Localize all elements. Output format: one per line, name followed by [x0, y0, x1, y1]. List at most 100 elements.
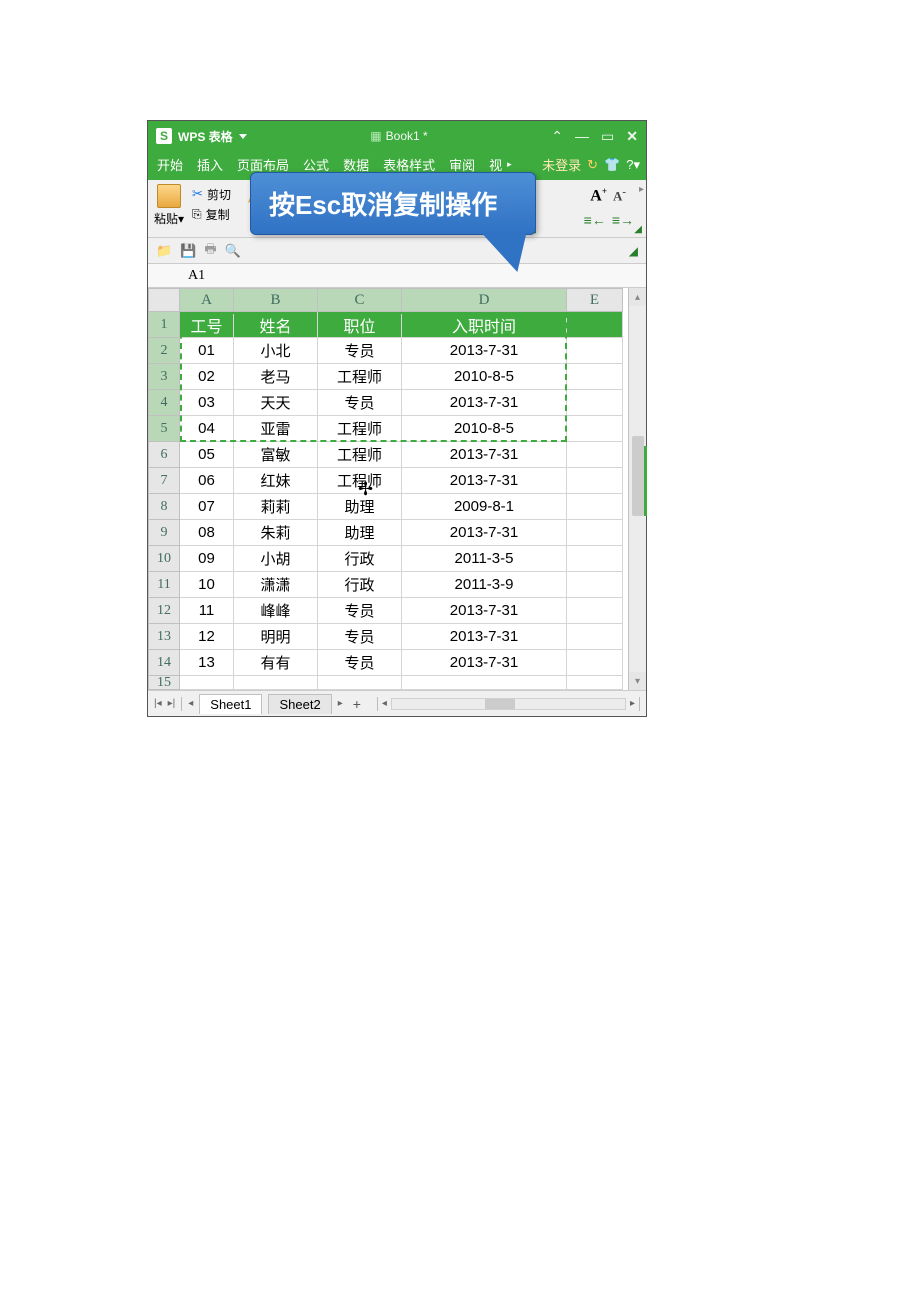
- cell[interactable]: 10: [180, 572, 234, 598]
- row-header[interactable]: 4: [148, 390, 180, 416]
- col-header-e[interactable]: E: [567, 288, 623, 312]
- scroll-track[interactable]: [629, 306, 646, 672]
- row-header[interactable]: 6: [148, 442, 180, 468]
- cell[interactable]: 08: [180, 520, 234, 546]
- hscroll-track[interactable]: [391, 698, 626, 710]
- folder-icon[interactable]: 📁: [156, 243, 172, 259]
- cell[interactable]: 行政: [318, 546, 402, 572]
- cell[interactable]: 02: [180, 364, 234, 390]
- cell[interactable]: 峰峰: [234, 598, 318, 624]
- cell[interactable]: 2013-7-31: [402, 650, 567, 676]
- paste-button[interactable]: 粘贴▾: [154, 210, 184, 227]
- cell[interactable]: 工程师: [318, 442, 402, 468]
- preview-icon[interactable]: 🔍: [225, 243, 241, 259]
- cell[interactable]: 07: [180, 494, 234, 520]
- sheet-tab-2[interactable]: Sheet2: [268, 694, 331, 714]
- hscroll-right-icon[interactable]: ▸: [630, 698, 635, 709]
- row-header[interactable]: 13: [148, 624, 180, 650]
- cell[interactable]: [567, 624, 623, 650]
- cell[interactable]: 2013-7-31: [402, 520, 567, 546]
- scroll-thumb[interactable]: [632, 436, 644, 516]
- cell[interactable]: [567, 520, 623, 546]
- cell[interactable]: 亚雷: [234, 416, 318, 442]
- print-icon[interactable]: 🖶: [204, 240, 216, 262]
- col-header-d[interactable]: D: [402, 288, 567, 312]
- row-header[interactable]: 2: [148, 338, 180, 364]
- cell[interactable]: 01: [180, 338, 234, 364]
- cell[interactable]: 明明: [234, 624, 318, 650]
- cell[interactable]: 05: [180, 442, 234, 468]
- cell[interactable]: 2010-8-5: [402, 364, 567, 390]
- cell[interactable]: 有有: [234, 650, 318, 676]
- row-header[interactable]: 12: [148, 598, 180, 624]
- indent-right-icon[interactable]: ≡→: [612, 212, 634, 228]
- tab-scroll-icon[interactable]: ▸: [507, 159, 512, 170]
- cell[interactable]: [567, 494, 623, 520]
- first-sheet-icon[interactable]: |◂: [154, 698, 162, 709]
- horizontal-scrollbar[interactable]: ◂ ▸: [377, 697, 640, 711]
- select-all-corner[interactable]: [148, 288, 180, 312]
- cut-label[interactable]: 剪切: [207, 186, 231, 203]
- cell[interactable]: 工程师: [318, 416, 402, 442]
- prev-sheet-icon[interactable]: ◂: [188, 698, 193, 709]
- expand-icon[interactable]: ◢: [629, 244, 638, 258]
- cell[interactable]: 富敏: [234, 442, 318, 468]
- row-header[interactable]: 9: [148, 520, 180, 546]
- cell[interactable]: 姓名: [234, 312, 318, 338]
- cell[interactable]: 2011-3-5: [402, 546, 567, 572]
- collapse-icon[interactable]: ⌃: [551, 128, 563, 145]
- col-header-c[interactable]: C: [318, 288, 402, 312]
- row-header[interactable]: 14: [148, 650, 180, 676]
- vertical-scrollbar[interactable]: ▴ ▾: [628, 288, 646, 690]
- paste-icon[interactable]: [157, 184, 181, 208]
- font-increase-button[interactable]: A+: [590, 186, 607, 205]
- cell[interactable]: [318, 676, 402, 690]
- login-text[interactable]: 未登录: [542, 155, 581, 174]
- cell[interactable]: 专员: [318, 390, 402, 416]
- cell[interactable]: 工程师: [318, 364, 402, 390]
- cell[interactable]: [567, 364, 623, 390]
- scroll-up-icon[interactable]: ▴: [629, 288, 646, 306]
- ribbon-more-icon[interactable]: ▸: [639, 184, 644, 195]
- cell[interactable]: [567, 390, 623, 416]
- cell[interactable]: [402, 676, 567, 690]
- cell-reference[interactable]: A1: [188, 268, 205, 284]
- tab-insert[interactable]: 插入: [194, 153, 226, 176]
- next-sheet-icon[interactable]: ▸: [338, 698, 343, 709]
- tab-start[interactable]: 开始: [154, 153, 186, 176]
- cell[interactable]: 老马: [234, 364, 318, 390]
- cell[interactable]: 09: [180, 546, 234, 572]
- cell[interactable]: 红妹: [234, 468, 318, 494]
- cell[interactable]: [567, 546, 623, 572]
- cell[interactable]: 专员: [318, 598, 402, 624]
- expand-icon[interactable]: ◢: [634, 224, 642, 235]
- cell[interactable]: 朱莉: [234, 520, 318, 546]
- cell[interactable]: [567, 676, 623, 690]
- last-sheet-icon[interactable]: ▸|: [168, 698, 176, 709]
- maximize-icon[interactable]: ▭: [601, 128, 614, 145]
- cell[interactable]: 11: [180, 598, 234, 624]
- cell[interactable]: [567, 312, 623, 338]
- cell[interactable]: 莉莉: [234, 494, 318, 520]
- cell[interactable]: [567, 468, 623, 494]
- cell[interactable]: 潇潇: [234, 572, 318, 598]
- cell[interactable]: 13: [180, 650, 234, 676]
- cell[interactable]: 2011-3-9: [402, 572, 567, 598]
- cell[interactable]: 2010-8-5: [402, 416, 567, 442]
- cell[interactable]: 2013-7-31: [402, 442, 567, 468]
- cell[interactable]: 2009-8-1: [402, 494, 567, 520]
- col-header-a[interactable]: A: [180, 288, 234, 312]
- copy-label[interactable]: 复制: [206, 206, 230, 223]
- cell[interactable]: 专员: [318, 338, 402, 364]
- indent-left-icon[interactable]: ≡←: [584, 212, 606, 228]
- row-header[interactable]: 7: [148, 468, 180, 494]
- cell[interactable]: [180, 676, 234, 690]
- cell[interactable]: [567, 572, 623, 598]
- cell[interactable]: [234, 676, 318, 690]
- sheet-tab-1[interactable]: Sheet1: [199, 694, 262, 714]
- app-menu-dropdown-icon[interactable]: [239, 134, 247, 139]
- cell[interactable]: 12: [180, 624, 234, 650]
- row-header[interactable]: 11: [148, 572, 180, 598]
- cell[interactable]: 2013-7-31: [402, 338, 567, 364]
- cell[interactable]: 行政: [318, 572, 402, 598]
